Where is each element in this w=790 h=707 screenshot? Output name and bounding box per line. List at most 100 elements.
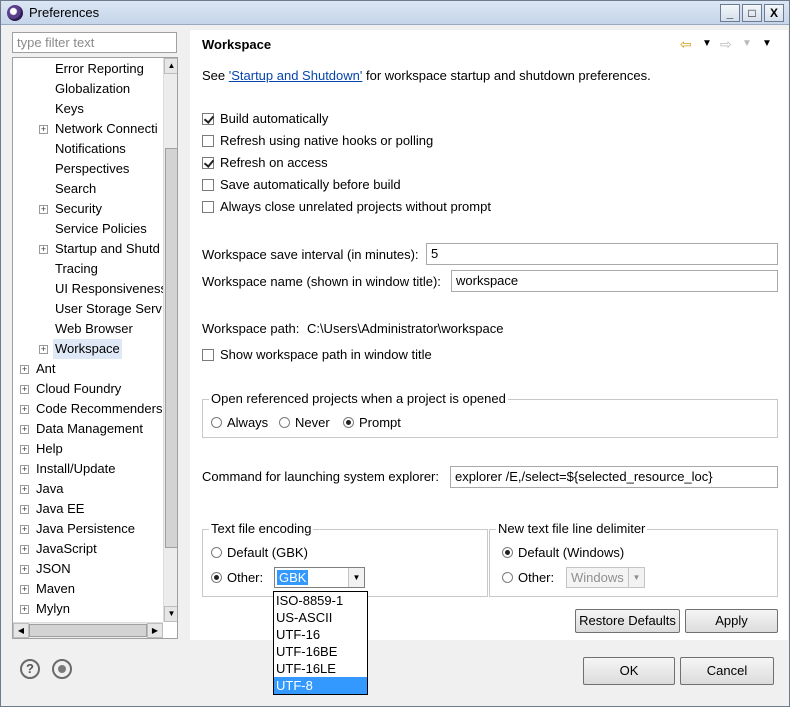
forward-menu-icon[interactable]: ▼: [742, 35, 752, 53]
option-checkbox-row[interactable]: Build automatically: [202, 110, 328, 128]
maximize-button[interactable]: □: [742, 4, 762, 22]
expand-icon[interactable]: +: [39, 345, 48, 354]
tree-item[interactable]: Error Reporting: [13, 59, 163, 79]
expand-icon[interactable]: +: [20, 485, 29, 494]
save-interval-input[interactable]: 5: [426, 243, 778, 265]
tree-item[interactable]: + Startup and Shutd: [13, 239, 163, 259]
tree-item[interactable]: + Cloud Foundry: [13, 379, 163, 399]
expand-icon[interactable]: +: [20, 525, 29, 534]
encoding-default-radio[interactable]: Default (GBK): [211, 544, 308, 562]
expand-icon[interactable]: +: [20, 465, 29, 474]
tree-item[interactable]: Search: [13, 179, 163, 199]
open-dialog-icon[interactable]: [52, 659, 72, 679]
tree-item[interactable]: + Code Recommenders: [13, 399, 163, 419]
scroll-down-icon[interactable]: ▼: [164, 606, 177, 622]
scroll-right-icon[interactable]: ▶: [147, 623, 163, 638]
option-checkbox[interactable]: [202, 156, 214, 169]
show-path-checkbox[interactable]: [202, 348, 214, 361]
encoding-option[interactable]: ISO-8859-1: [274, 592, 367, 609]
expand-icon[interactable]: +: [20, 405, 29, 414]
option-checkbox-row[interactable]: Refresh on access: [202, 154, 328, 172]
tree-vertical-scrollbar[interactable]: ▲ ▼: [163, 58, 177, 622]
delimiter-other-radio[interactable]: Other:: [502, 569, 554, 587]
tree-item[interactable]: + Workspace: [13, 339, 163, 359]
tree-item[interactable]: Perspectives: [13, 159, 163, 179]
tree-item[interactable]: + JavaScript: [13, 539, 163, 559]
horizontal-scroll-thumb[interactable]: [29, 624, 147, 637]
restore-defaults-button[interactable]: Restore Defaults: [575, 609, 680, 633]
expand-icon[interactable]: +: [39, 205, 48, 214]
option-checkbox-row[interactable]: Refresh using native hooks or polling: [202, 132, 433, 150]
expand-icon[interactable]: +: [20, 565, 29, 574]
apply-button[interactable]: Apply: [685, 609, 778, 633]
open-never-radio[interactable]: Never: [279, 414, 330, 432]
tree-item[interactable]: + Java: [13, 479, 163, 499]
tree-item-label: Cloud Foundry: [36, 381, 122, 396]
view-menu-icon[interactable]: ▼: [762, 35, 772, 53]
tree-item[interactable]: User Storage Serv: [13, 299, 163, 319]
expand-icon[interactable]: +: [20, 545, 29, 554]
tree-item[interactable]: + Network Connecti: [13, 119, 163, 139]
option-checkbox-row[interactable]: Always close unrelated projects without …: [202, 198, 491, 216]
tree-item[interactable]: + Maven: [13, 579, 163, 599]
option-checkbox[interactable]: [202, 178, 214, 191]
tree-item[interactable]: Service Policies: [13, 219, 163, 239]
tree-horizontal-scrollbar[interactable]: ◀ ▶: [13, 622, 163, 638]
scroll-left-icon[interactable]: ◀: [13, 623, 29, 638]
tree-item[interactable]: Globalization: [13, 79, 163, 99]
close-button[interactable]: X: [764, 4, 784, 22]
option-checkbox[interactable]: [202, 134, 214, 147]
show-path-checkbox-row[interactable]: Show workspace path in window title: [202, 346, 432, 364]
startup-shutdown-link[interactable]: 'Startup and Shutdown': [229, 68, 363, 83]
tree-item[interactable]: UI Responsiveness: [13, 279, 167, 299]
system-explorer-command-input[interactable]: explorer /E,/select=${selected_resource_…: [450, 466, 778, 488]
expand-icon[interactable]: +: [20, 585, 29, 594]
option-checkbox[interactable]: [202, 112, 214, 125]
tree-item[interactable]: + Help: [13, 439, 163, 459]
encoding-option[interactable]: UTF-8: [274, 677, 367, 694]
option-checkbox-row[interactable]: Save automatically before build: [202, 176, 401, 194]
tree-item[interactable]: Notifications: [13, 139, 163, 159]
tree-item[interactable]: Tracing: [13, 259, 163, 279]
expand-icon[interactable]: +: [20, 605, 29, 614]
encoding-option[interactable]: US-ASCII: [274, 609, 367, 626]
expand-icon[interactable]: +: [20, 445, 29, 454]
tree-item[interactable]: + JSON: [13, 559, 163, 579]
option-checkbox[interactable]: [202, 200, 214, 213]
scroll-thumb[interactable]: [165, 148, 177, 548]
encoding-combo[interactable]: GBK ▼: [274, 567, 365, 588]
tree-item[interactable]: Web Browser: [13, 319, 163, 339]
chevron-down-icon[interactable]: ▼: [348, 568, 364, 587]
expand-icon[interactable]: +: [39, 125, 48, 134]
forward-arrow-icon[interactable]: ⇨: [720, 35, 732, 53]
open-prompt-radio[interactable]: Prompt: [343, 414, 401, 432]
expand-icon[interactable]: +: [39, 245, 48, 254]
ok-button[interactable]: OK: [583, 657, 675, 685]
expand-icon[interactable]: +: [20, 425, 29, 434]
encoding-option[interactable]: UTF-16: [274, 626, 367, 643]
back-arrow-icon[interactable]: ⇦: [680, 35, 692, 53]
workspace-name-input[interactable]: workspace: [451, 270, 778, 292]
open-always-radio[interactable]: Always: [211, 414, 268, 432]
help-icon[interactable]: ?: [20, 659, 40, 679]
scroll-up-icon[interactable]: ▲: [164, 58, 177, 74]
encoding-other-radio[interactable]: Other:: [211, 569, 263, 587]
minimize-button[interactable]: _: [720, 4, 740, 22]
expand-icon[interactable]: +: [20, 385, 29, 394]
expand-icon[interactable]: +: [20, 365, 29, 374]
cancel-button[interactable]: Cancel: [680, 657, 774, 685]
encoding-option[interactable]: UTF-16LE: [274, 660, 367, 677]
filter-input[interactable]: type filter text: [12, 32, 177, 53]
delimiter-default-radio[interactable]: Default (Windows): [502, 544, 624, 562]
expand-icon[interactable]: +: [20, 505, 29, 514]
tree-item[interactable]: + Mylyn: [13, 599, 163, 619]
back-menu-icon[interactable]: ▼: [702, 35, 712, 53]
tree-item[interactable]: + Security: [13, 199, 163, 219]
tree-item[interactable]: + Java EE: [13, 499, 163, 519]
tree-item[interactable]: + Ant: [13, 359, 163, 379]
tree-item[interactable]: Keys: [13, 99, 163, 119]
tree-item[interactable]: + Data Management: [13, 419, 163, 439]
tree-item[interactable]: + Install/Update: [13, 459, 163, 479]
encoding-option[interactable]: UTF-16BE: [274, 643, 367, 660]
tree-item[interactable]: + Java Persistence: [13, 519, 163, 539]
